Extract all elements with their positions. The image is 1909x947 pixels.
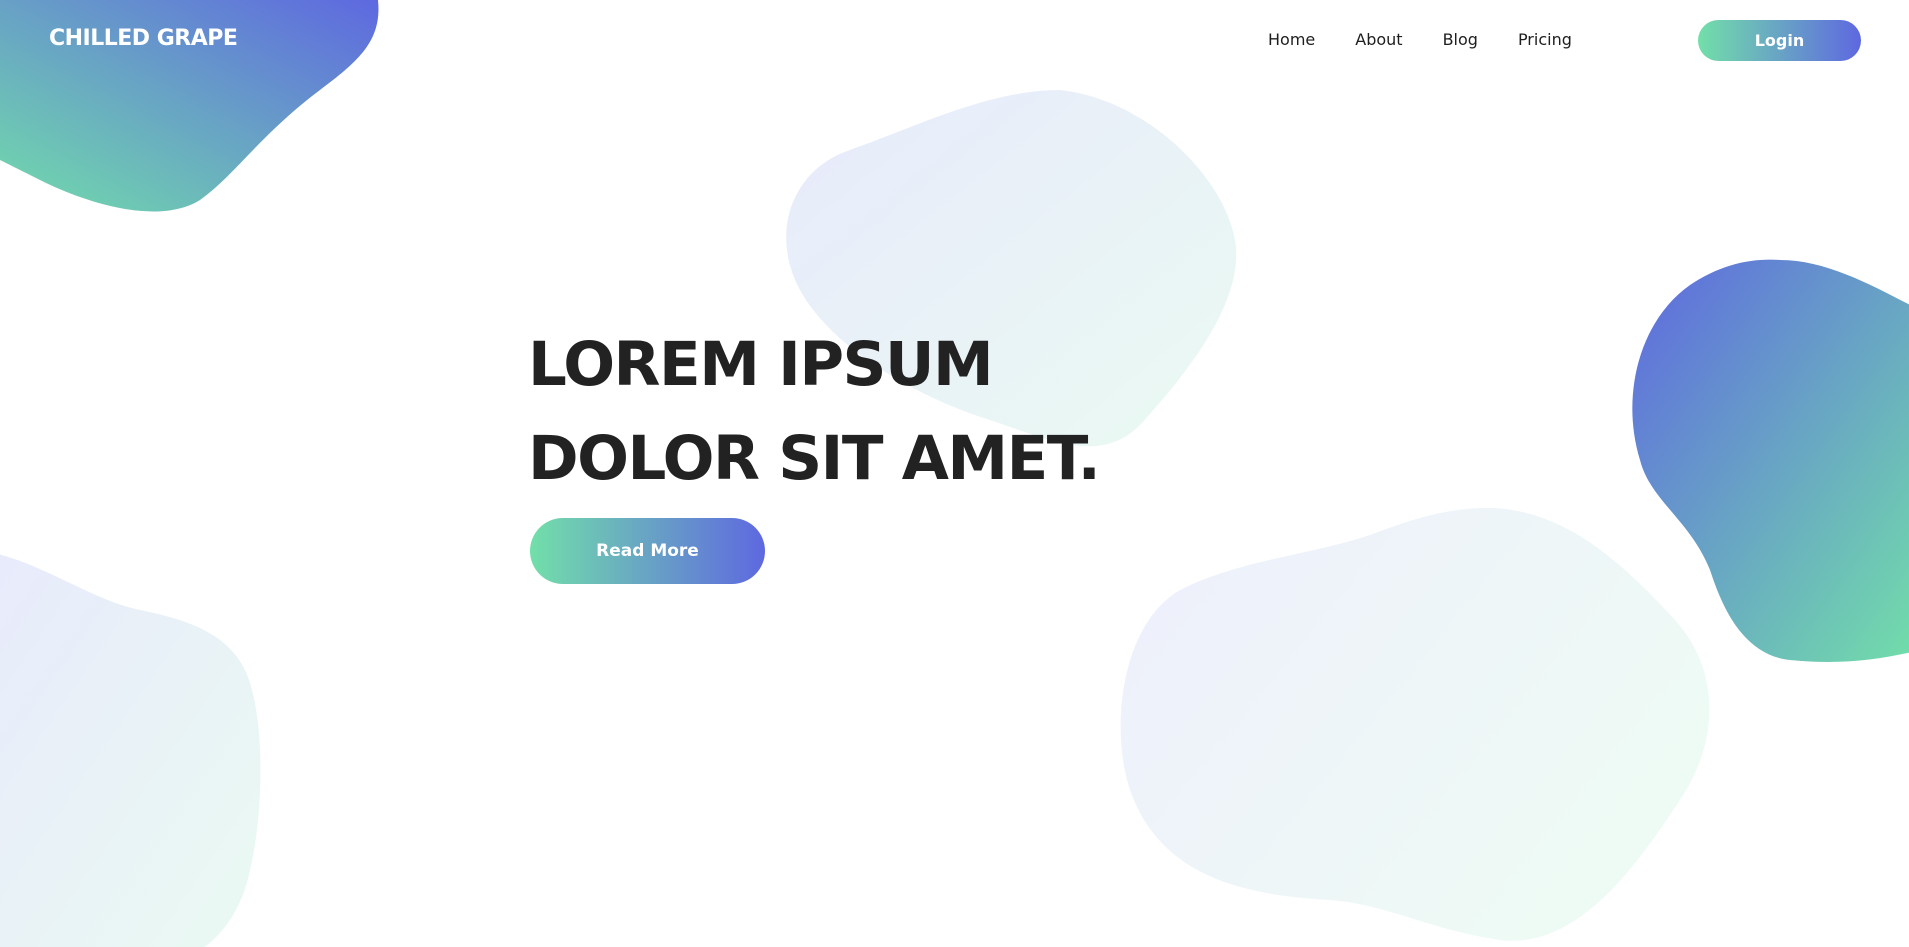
bottom-right-pale-blob xyxy=(1120,507,1710,941)
bottom-left-pale-blob xyxy=(0,554,261,947)
nav-item-blog[interactable]: Blog xyxy=(1443,30,1478,49)
nav-item-about[interactable]: About xyxy=(1355,30,1402,49)
login-button[interactable]: Login xyxy=(1698,20,1861,61)
main-nav: Home About Blog Pricing xyxy=(1268,30,1612,49)
brand-logo[interactable]: CHILLED GRAPE xyxy=(49,26,238,51)
hero-section: LOREM IPSUM DOLOR SIT AMET. xyxy=(528,318,1101,506)
hero-title: LOREM IPSUM DOLOR SIT AMET. xyxy=(528,318,1101,506)
hero-title-line1: LOREM IPSUM xyxy=(528,329,994,400)
right-blob xyxy=(1632,259,1909,662)
hero-title-line2: DOLOR SIT AMET. xyxy=(528,423,1101,494)
nav-item-home[interactable]: Home xyxy=(1268,30,1315,49)
landing-page: CHILLED GRAPE Home About Blog Pricing Lo… xyxy=(0,0,1909,947)
nav-item-pricing[interactable]: Pricing xyxy=(1518,30,1572,49)
read-more-button[interactable]: Read More xyxy=(530,518,765,584)
